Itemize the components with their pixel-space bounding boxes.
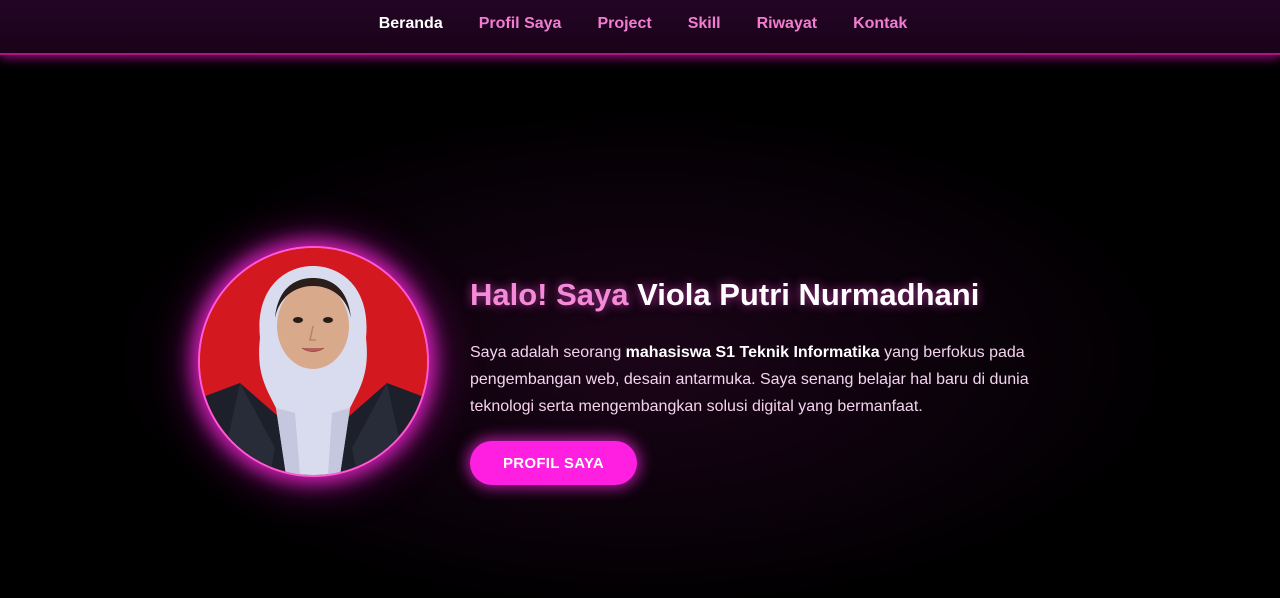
nav-links: Beranda Profil Saya Project Skill Riwaya… <box>361 15 926 33</box>
hero-title: Halo! Saya Viola Putri Nurmadhani <box>470 276 979 314</box>
nav-item-profil-saya[interactable]: Profil Saya <box>461 15 580 33</box>
hero-description: Saya adalah seorang mahasiswa S1 Teknik … <box>470 339 1070 420</box>
hero-desc-text: Saya adalah seorang <box>470 344 626 361</box>
navbar: Beranda Profil Saya Project Skill Riwaya… <box>0 0 1280 55</box>
hero-desc-bold: mahasiswa S1 Teknik Informatika <box>625 344 880 361</box>
nav-item-kontak[interactable]: Kontak <box>835 15 925 33</box>
page: Beranda Profil Saya Project Skill Riwaya… <box>0 0 1280 598</box>
nav-item-project[interactable]: Project <box>579 15 669 33</box>
hero-name: Viola Putri Nurmadhani <box>637 277 980 312</box>
hero-greeting: Halo! Saya <box>470 277 638 312</box>
nav-item-skill[interactable]: Skill <box>670 15 739 33</box>
nav-item-riwayat[interactable]: Riwayat <box>739 15 835 33</box>
profile-photo <box>198 246 429 477</box>
nav-item-beranda[interactable]: Beranda <box>361 15 461 33</box>
profile-photo-illustration <box>200 248 427 475</box>
profil-saya-button[interactable]: PROFIL SAYA <box>470 441 637 485</box>
